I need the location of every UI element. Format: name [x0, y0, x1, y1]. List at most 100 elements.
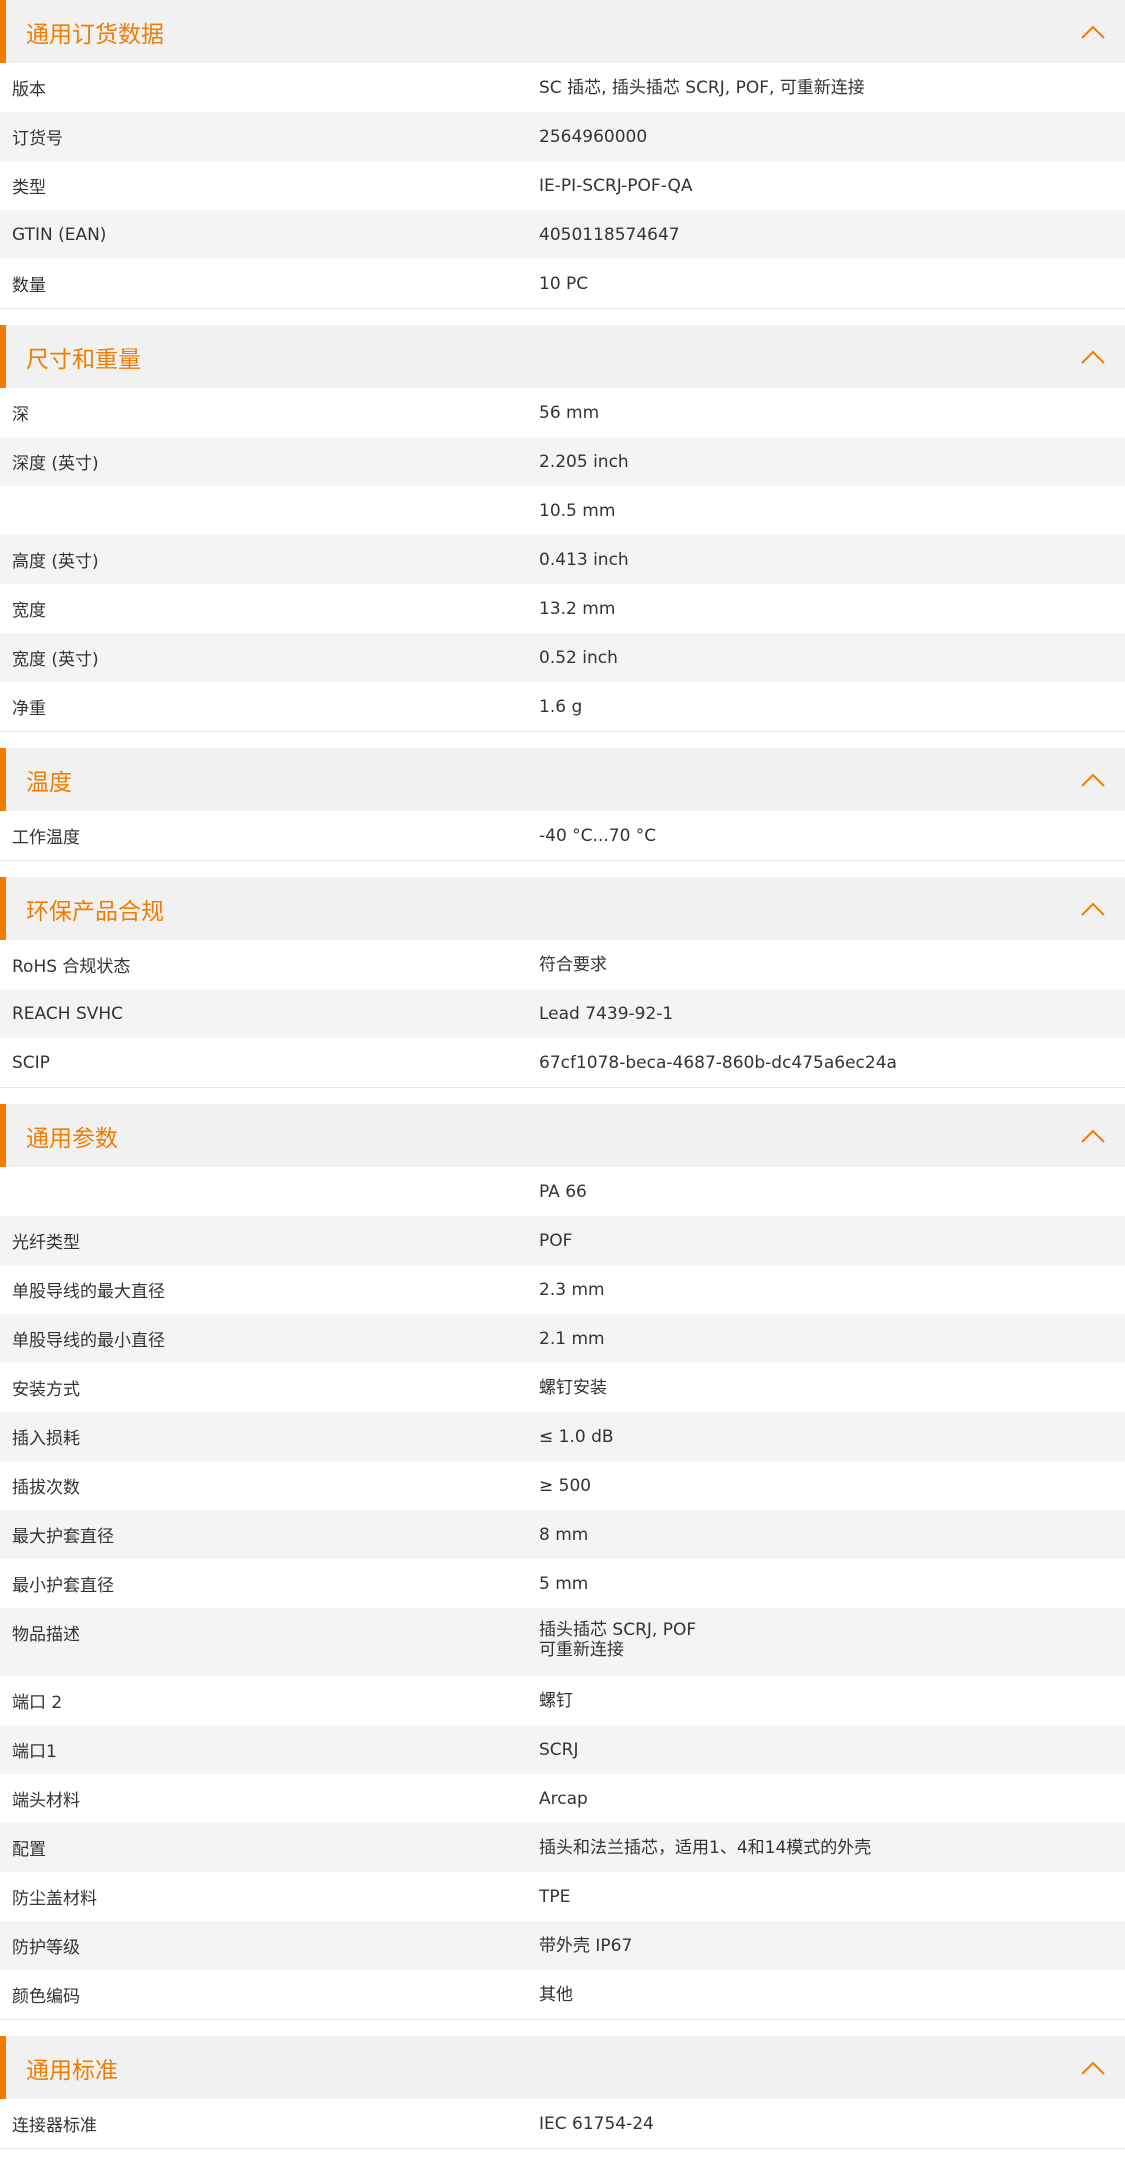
spec-value: 其他: [539, 1984, 573, 2005]
section-title: 尺寸和重量: [26, 346, 141, 373]
spec-label: 端口 2: [12, 1693, 63, 1713]
spec-label: 深度 (英寸): [12, 454, 99, 474]
section-header[interactable]: 尺寸和重量: [0, 325, 1125, 388]
section-header[interactable]: 通用标准: [0, 2036, 1125, 2099]
spec-value: IE-PI-SCRJ-POF-QA: [539, 175, 693, 196]
spec-value: SC 插芯, 插头插芯 SCRJ, POF, 可重新连接: [539, 77, 865, 98]
spec-value: 符合要求: [539, 954, 607, 975]
section-header[interactable]: 环保产品合规: [0, 877, 1125, 940]
spec-label: REACH SVHC: [12, 1003, 124, 1024]
spec-row: 物品描述 插头插芯 SCRJ, POF 可重新连接: [0, 1608, 1125, 1676]
spec-label: 高度 (英寸): [12, 552, 99, 572]
spec-label: 插入损耗: [12, 1429, 80, 1449]
spec-value: 插头和法兰插芯，适用1、4和14模式的外壳: [539, 1837, 872, 1858]
spec-value: 5 mm: [539, 1573, 589, 1594]
spec-label: 宽度 (英寸): [12, 650, 99, 670]
product-spec-page: 通用订货数据版本 SC 插芯, 插头插芯 SCRJ, POF, 可重新连接 订货号 2…: [0, 0, 1125, 2149]
chevron-up-icon[interactable]: [1075, 1118, 1111, 1154]
spec-label: 物品描述: [12, 1625, 80, 1645]
spec-label: 配置: [12, 1840, 46, 1860]
spec-value: 2564960000: [539, 126, 648, 147]
chevron-up-icon[interactable]: [1075, 762, 1111, 798]
spec-label: 最小护套直径: [12, 1576, 114, 1596]
spec-value: IEC 61754-24: [539, 2113, 654, 2134]
spec-label: 颜色编码: [12, 1987, 80, 2007]
spec-row: 宽度 (英寸) 0.52 inch: [0, 633, 1125, 682]
spec-row: 单股导线的最大直径 2.3 mm: [0, 1265, 1125, 1314]
spec-row: 安装方式 螺钉安装: [0, 1363, 1125, 1412]
spec-label: 端头材料: [12, 1791, 80, 1811]
section-title: 通用标准: [26, 2057, 118, 2084]
spec-table: 深 56 mm 深度 (英寸) 2.205 inch 10.5 mm 高度 (英寸) 0.4…: [0, 388, 1125, 732]
spec-section: 尺寸和重量深 56 mm 深度 (英寸) 2.205 inch 10.5 mm 高度 (英…: [0, 325, 1125, 732]
spec-label: 类型: [12, 178, 46, 198]
chevron-up-icon[interactable]: [1075, 2050, 1111, 2086]
spec-value: 67cf1078-beca-4687-860b-dc475a6ec24a: [539, 1052, 897, 1073]
spec-label: 防尘盖材料: [12, 1889, 97, 1909]
spec-row: 类型 IE-PI-SCRJ-POF-QA: [0, 161, 1125, 210]
spec-value: TPE: [539, 1886, 571, 1907]
spec-row: 单股导线的最小直径 2.1 mm: [0, 1314, 1125, 1363]
spec-label: 连接器标准: [12, 2116, 97, 2136]
spec-value: 2.205 inch: [539, 451, 629, 472]
spec-row: 工作温度 -40 °C...70 °C: [0, 811, 1125, 860]
spec-section: 通用订货数据版本 SC 插芯, 插头插芯 SCRJ, POF, 可重新连接 订货号 2…: [0, 0, 1125, 309]
section-title: 通用参数: [26, 1125, 118, 1152]
spec-label: 深: [12, 405, 29, 425]
spec-row: PA 66: [0, 1167, 1125, 1216]
spec-row: 颜色编码 其他: [0, 1970, 1125, 2019]
spec-row: 端口 2 螺钉: [0, 1676, 1125, 1725]
spec-value: 0.413 inch: [539, 549, 629, 570]
spec-row: REACH SVHC Lead 7439-92-1: [0, 989, 1125, 1038]
spec-row: GTIN (EAN) 4050118574647: [0, 210, 1125, 259]
spec-value: PA 66: [539, 1181, 587, 1202]
spec-row: 订货号 2564960000: [0, 112, 1125, 161]
spec-row: 端头材料 Arcap: [0, 1774, 1125, 1823]
spec-value: 0.52 inch: [539, 647, 618, 668]
spec-row: 连接器标准 IEC 61754-24: [0, 2099, 1125, 2148]
spec-label: 光纤类型: [12, 1233, 80, 1253]
spec-table: RoHS 合规状态 符合要求 REACH SVHC Lead 7439-92-1 SCI…: [0, 940, 1125, 1088]
section-header[interactable]: 通用参数: [0, 1104, 1125, 1167]
spec-row: 插入损耗 ≤ 1.0 dB: [0, 1412, 1125, 1461]
spec-value: 2.1 mm: [539, 1328, 605, 1349]
section-title: 环保产品合规: [26, 898, 164, 925]
spec-label: SCIP: [12, 1052, 50, 1073]
spec-value: -40 °C...70 °C: [539, 825, 657, 846]
section-header[interactable]: 通用订货数据: [0, 0, 1125, 63]
spec-label: 宽度: [12, 601, 46, 621]
spec-row: 宽度 13.2 mm: [0, 584, 1125, 633]
spec-section: 环保产品合规 RoHS 合规状态 符合要求 REACH SVHC Lead 7439-9…: [0, 877, 1125, 1088]
spec-value: POF: [539, 1230, 573, 1251]
chevron-up-icon[interactable]: [1075, 891, 1111, 927]
spec-row: 版本 SC 插芯, 插头插芯 SCRJ, POF, 可重新连接: [0, 63, 1125, 112]
spec-label: 净重: [12, 699, 46, 719]
spec-section: 通用标准连接器标准 IEC 61754-24: [0, 2036, 1125, 2149]
spec-label: 工作温度: [12, 828, 80, 848]
chevron-up-icon[interactable]: [1075, 14, 1111, 50]
spec-table: 连接器标准 IEC 61754-24: [0, 2099, 1125, 2149]
spec-row: 高度 (英寸) 0.413 inch: [0, 535, 1125, 584]
spec-value: ≤ 1.0 dB: [539, 1426, 614, 1447]
spec-value: SCRJ: [539, 1739, 579, 1760]
section-title: 通用订货数据: [26, 21, 164, 48]
spec-value: 56 mm: [539, 402, 600, 423]
spec-row: 配置 插头和法兰插芯，适用1、4和14模式的外壳: [0, 1823, 1125, 1872]
spec-row: 深度 (英寸) 2.205 inch: [0, 437, 1125, 486]
spec-table: 工作温度 -40 °C...70 °C: [0, 811, 1125, 861]
section-header[interactable]: 温度: [0, 748, 1125, 811]
spec-row: 防尘盖材料 TPE: [0, 1872, 1125, 1921]
spec-label: 安装方式: [12, 1380, 80, 1400]
spec-label: 数量: [12, 276, 46, 296]
spec-label: 防护等级: [12, 1938, 80, 1958]
spec-row: 净重 1.6 g: [0, 682, 1125, 731]
spec-label: RoHS 合规状态: [12, 957, 131, 977]
spec-row: SCIP 67cf1078-beca-4687-860b-dc475a6ec24a: [0, 1038, 1125, 1087]
spec-row: 插拔次数 ≥ 500: [0, 1461, 1125, 1510]
spec-value: 螺钉安装: [539, 1377, 607, 1398]
spec-value: 8 mm: [539, 1524, 589, 1545]
spec-label: 端口1: [12, 1742, 57, 1762]
chevron-up-icon[interactable]: [1075, 339, 1111, 375]
spec-row: 深 56 mm: [0, 388, 1125, 437]
spec-value: Arcap: [539, 1788, 588, 1809]
